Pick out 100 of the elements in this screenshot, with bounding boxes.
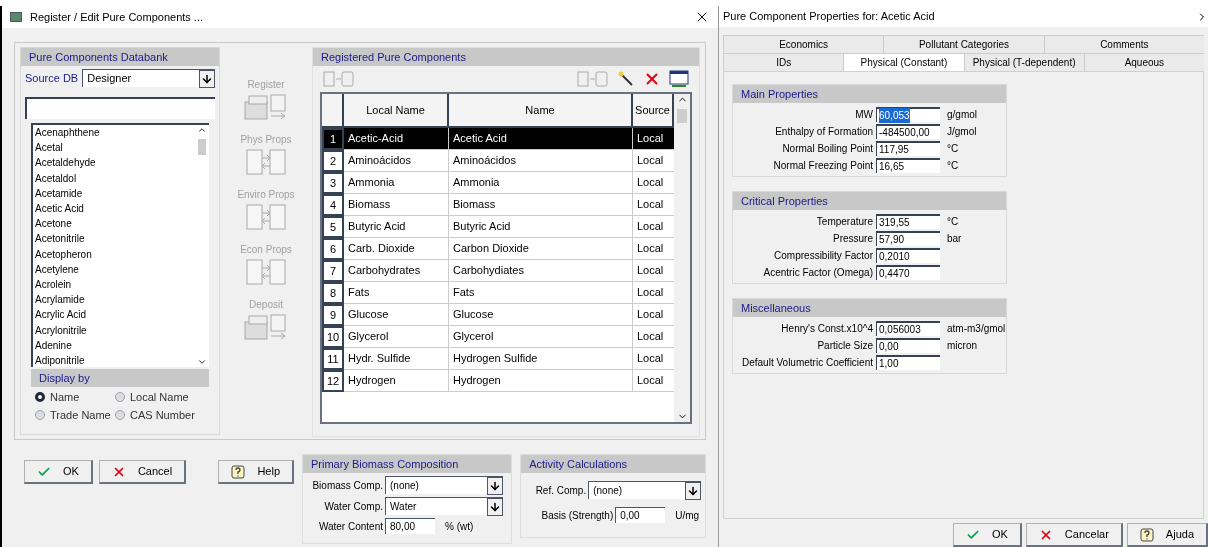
input-field[interactable]: 0,056003 bbox=[876, 321, 940, 336]
table-icon[interactable] bbox=[669, 70, 689, 88]
dialog-button[interactable]: Help bbox=[218, 460, 294, 484]
radio-button[interactable] bbox=[35, 392, 45, 403]
list-item[interactable]: Acenaphthene bbox=[35, 125, 195, 141]
radio-option[interactable]: Name bbox=[35, 389, 115, 406]
scrollbar[interactable] bbox=[674, 94, 690, 422]
cabinet-icon bbox=[243, 312, 289, 342]
document-copy-icon bbox=[243, 257, 289, 287]
list-item[interactable]: Adenine bbox=[35, 337, 195, 354]
tab[interactable]: Physical (T-dependent) bbox=[963, 53, 1084, 72]
list-item[interactable]: Adiponitrile bbox=[35, 353, 195, 367]
table-row[interactable]: 6 Carb. Dioxide Carbon Dioxide Local bbox=[322, 238, 674, 260]
dropdown-value: (none) bbox=[389, 479, 420, 493]
dialog-button[interactable]: OK bbox=[24, 460, 93, 484]
input-field[interactable]: 60,053 bbox=[876, 107, 940, 122]
field-value: 0,2010 bbox=[879, 250, 910, 264]
unit-label: °C bbox=[946, 215, 959, 229]
list-item[interactable]: Acetaldehyde bbox=[35, 155, 195, 171]
list-item[interactable]: Acetal bbox=[35, 140, 195, 156]
table-row[interactable]: 4 Biomass Biomass Local bbox=[322, 194, 674, 216]
field-value: 117,95 bbox=[879, 143, 909, 157]
tab[interactable]: Pollutant Categories bbox=[883, 35, 1044, 54]
table-cell: Carb. Dioxide bbox=[344, 238, 449, 260]
tab[interactable]: Aqueous bbox=[1083, 53, 1204, 72]
list-item[interactable]: Acetamide bbox=[35, 185, 195, 201]
input-field[interactable]: 0,00 bbox=[876, 338, 940, 353]
scroll-down-icon[interactable] bbox=[197, 357, 207, 367]
list-item[interactable]: Acetopheron bbox=[35, 246, 195, 262]
table-cell: Butyric Acid bbox=[449, 216, 633, 238]
table-row[interactable]: 5 Butyric Acid Butyric Acid Local bbox=[322, 216, 674, 238]
table-row[interactable]: 12 Hydrogen Hydrogen Local bbox=[322, 370, 674, 392]
dropdown-field[interactable]: (none) bbox=[385, 476, 504, 494]
input-field[interactable]: 16,65 bbox=[876, 158, 940, 173]
radio-button[interactable] bbox=[115, 409, 125, 420]
list-item[interactable]: Acetone bbox=[35, 216, 195, 232]
table-row[interactable]: 2 Aminoácidos Aminoácidos Local bbox=[322, 150, 674, 172]
field-value: 16,65 bbox=[879, 160, 905, 174]
dialog-button[interactable]: Cancel bbox=[98, 460, 187, 484]
app-icon bbox=[10, 12, 22, 22]
field-label: Acentric Factor (Omega) bbox=[762, 266, 873, 280]
table-row[interactable]: 8 Fats Fats Local bbox=[322, 282, 674, 304]
table-row[interactable]: 11 Hydr. Sulfide Hydrogen Sulfide Local bbox=[322, 348, 674, 370]
list-item[interactable]: Acrolein bbox=[35, 277, 195, 293]
unit-label: micron bbox=[946, 339, 977, 353]
input-field[interactable]: 0,2010 bbox=[876, 248, 940, 263]
field-label: MW bbox=[854, 108, 873, 122]
table-row[interactable]: 10 Glycerol Glycerol Local bbox=[322, 326, 674, 348]
list-item[interactable]: Acrylonitrile bbox=[35, 322, 195, 338]
table-row[interactable]: 9 Glucose Glucose Local bbox=[322, 304, 674, 326]
dialog-button[interactable]: Cancelar bbox=[1025, 523, 1123, 547]
table-row[interactable]: 3 Ammonia Ammonia Local bbox=[322, 172, 674, 194]
radio-button[interactable] bbox=[115, 392, 125, 403]
row-number: 11 bbox=[322, 348, 344, 370]
component-list[interactable]: Acenaphthene Acetal Acetaldehyde Acetaldol Acetamide Acetic Acid Acetone Acetonitrile Acetopheron Acetylene Acrolein Acrylamide Acrylic Acid Acrylonitrile Adenine Adiponitrile bbox=[31, 123, 209, 367]
input-field[interactable]: -484500,00 bbox=[876, 124, 940, 139]
list-item[interactable]: Acrylamide bbox=[35, 292, 195, 308]
tab[interactable]: IDs bbox=[723, 53, 844, 72]
row-number: 5 bbox=[322, 216, 344, 238]
unit-label: °C bbox=[946, 159, 959, 173]
list-item[interactable]: Acetonitrile bbox=[35, 231, 195, 247]
radio-option[interactable]: Local Name bbox=[115, 389, 205, 406]
dialog-button[interactable]: Ajuda bbox=[1126, 523, 1208, 547]
list-item[interactable]: Acrylic Acid bbox=[35, 307, 195, 323]
row-number: 4 bbox=[322, 194, 344, 216]
field-label: Water Content bbox=[317, 519, 383, 534]
radio-option[interactable]: CAS Number bbox=[115, 406, 205, 423]
unit-label: atm-m3/gmol bbox=[946, 322, 1006, 336]
input-field[interactable]: 0,00 bbox=[615, 507, 666, 523]
list-item[interactable]: Acetaldol bbox=[35, 170, 195, 186]
source-dropdown[interactable]: Designer bbox=[82, 69, 215, 87]
search-field[interactable] bbox=[25, 97, 215, 119]
list-item[interactable]: Acetic Acid bbox=[35, 201, 195, 217]
dialog-button[interactable]: OK bbox=[952, 523, 1022, 547]
dropdown-field[interactable]: Water bbox=[385, 497, 504, 515]
scroll-up-icon[interactable] bbox=[197, 125, 207, 135]
input-field[interactable]: 0,4470 bbox=[876, 265, 940, 280]
table-row[interactable]: 7 Carbohydrates Carbohydiates Local bbox=[322, 260, 674, 282]
radio-option[interactable]: Trade Name bbox=[35, 406, 115, 423]
tab[interactable]: Comments bbox=[1043, 35, 1204, 54]
table-row[interactable]: 1 Acetic-Acid Acetic Acid Local bbox=[322, 128, 674, 150]
row-number: 9 bbox=[322, 304, 344, 326]
scroll-thumb[interactable] bbox=[677, 109, 687, 123]
input-field[interactable]: 319,55 bbox=[876, 214, 940, 229]
input-field[interactable]: 117,95 bbox=[876, 141, 940, 156]
field-value: -484500,00 bbox=[879, 126, 930, 140]
input-field[interactable]: 57,90 bbox=[876, 231, 940, 246]
radio-button[interactable] bbox=[35, 409, 45, 420]
tab[interactable]: Physical (Constant) bbox=[843, 53, 964, 72]
table-cell: Acetic-Acid bbox=[344, 128, 449, 150]
scrollbar[interactable] bbox=[195, 125, 209, 367]
list-item[interactable]: Acetylene bbox=[35, 261, 195, 278]
input-field[interactable]: 1,00 bbox=[876, 355, 940, 370]
dropdown-field[interactable]: (none) bbox=[588, 481, 701, 499]
row-number: 7 bbox=[322, 260, 344, 282]
magic-wand-icon[interactable] bbox=[617, 70, 635, 88]
scroll-thumb[interactable] bbox=[198, 139, 206, 155]
field-label: Normal Freezing Point bbox=[772, 159, 873, 173]
input-field[interactable]: 80,00 bbox=[385, 518, 435, 534]
tab[interactable]: Economics bbox=[723, 35, 884, 54]
